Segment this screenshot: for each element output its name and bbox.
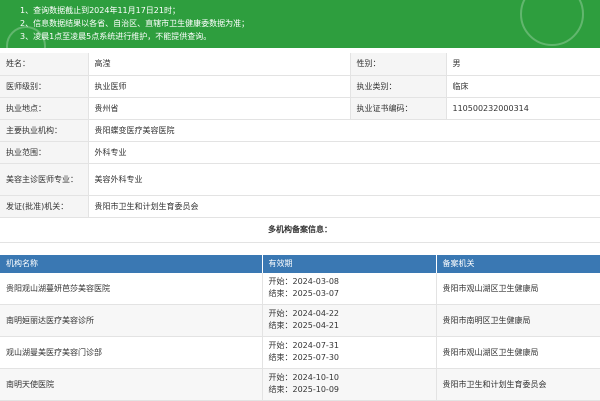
name-value: 高滢 <box>88 53 351 76</box>
validity-cell: 开始：2024-04-22 结束：2025-04-21 <box>262 304 437 337</box>
end-prefix: 结束： <box>268 385 293 394</box>
validity-cell: 开始：2024-03-08 结束：2025-03-07 <box>262 272 437 305</box>
table-row: 贵阳观山湖蔓妍芭莎美容医院 开始：2024-03-08 结束：2025-03-0… <box>0 272 600 305</box>
issuer-label: 发证(批准)机关： <box>0 195 89 218</box>
end-prefix: 结束： <box>268 289 293 298</box>
table-row: 观山湖曼美医疗美容门诊部 开始：2024-07-31 结束：2025-07-30… <box>0 336 600 369</box>
authority: 贵阳市卫生和计划生育委员会 <box>436 368 600 401</box>
start-date: 2024-04-22 <box>292 309 340 318</box>
end-prefix: 结束： <box>268 353 293 362</box>
category-label: 执业类别： <box>350 75 447 98</box>
end-date: 2025-10-09 <box>292 385 340 394</box>
start-date: 2024-07-31 <box>292 341 340 350</box>
scope-label: 执业范围： <box>0 141 89 164</box>
start-prefix: 开始： <box>268 309 293 318</box>
org-name: 贵阳观山湖蔓妍芭莎美容医院 <box>0 272 263 305</box>
org-name: 南明天使医院 <box>0 368 263 401</box>
validity-cell: 开始：2024-10-10 结束：2025-10-09 <box>262 368 437 401</box>
start-date: 2024-03-08 <box>292 277 340 286</box>
location-value: 贵州省 <box>88 97 351 120</box>
start-prefix: 开始： <box>268 277 293 286</box>
table-row: 南明姮丽达医疗美容诊所 开始：2024-04-22 结束：2025-04-21 … <box>0 304 600 337</box>
end-date: 2025-04-21 <box>292 321 340 330</box>
name-label: 姓名： <box>0 53 89 76</box>
beauty-value: 美容外科专业 <box>88 163 600 196</box>
end-date: 2025-07-30 <box>292 353 340 362</box>
issuer-value: 贵阳市卫生和计划生育委员会 <box>88 195 600 218</box>
notice-line-1: 1、查询数据截止到2024年11月17日21时； <box>20 6 180 15</box>
filing-section-title: 多机构备案信息： <box>0 218 600 243</box>
start-prefix: 开始： <box>268 373 293 382</box>
col-header-authority: 备案机关 <box>436 254 600 273</box>
notice-banner: 1、查询数据截止到2024年11月17日21时； 2、信息数据结果以各省、自治区… <box>0 0 600 48</box>
institution-value: 贵阳蝶变医疗美容医院 <box>88 119 600 142</box>
end-date: 2025-03-07 <box>292 289 340 298</box>
authority: 贵阳市观山湖区卫生健康局 <box>436 336 600 369</box>
start-date: 2024-10-10 <box>292 373 340 382</box>
doctor-info-table: 姓名： 高滢 性别： 男 医师级别： 执业医师 执业类别： 临床 执业地点： 贵… <box>0 53 600 218</box>
beauty-label: 美容主诊医师专业： <box>0 163 89 196</box>
authority: 贵阳市南明区卫生健康局 <box>436 304 600 337</box>
gender-value: 男 <box>446 53 600 76</box>
notice-line-2: 2、信息数据结果以各省、自治区、直辖市卫生健康委数据为准； <box>20 19 250 28</box>
location-label: 执业地点： <box>0 97 89 120</box>
cert-value: 110500232000314 <box>446 97 600 120</box>
authority: 贵阳市观山湖区卫生健康局 <box>436 272 600 305</box>
end-prefix: 结束： <box>268 321 293 330</box>
validity-cell: 开始：2024-07-31 结束：2025-07-30 <box>262 336 437 369</box>
institution-label: 主要执业机构： <box>0 119 89 142</box>
scope-value: 外科专业 <box>88 141 600 164</box>
table-row: 南明天使医院 开始：2024-10-10 结束：2025-10-09 贵阳市卫生… <box>0 368 600 401</box>
level-label: 医师级别： <box>0 75 89 98</box>
filing-table: 机构名称 有效期 备案机关 贵阳观山湖蔓妍芭莎美容医院 开始：2024-03-0… <box>0 254 600 401</box>
col-header-name: 机构名称 <box>0 254 263 273</box>
level-value: 执业医师 <box>88 75 351 98</box>
gender-label: 性别： <box>350 53 447 76</box>
category-value: 临床 <box>446 75 600 98</box>
notice-line-3: 3、凌晨1点至凌晨5点系统进行维护，不能提供查询。 <box>20 32 212 41</box>
cert-label: 执业证书编码： <box>350 97 447 120</box>
start-prefix: 开始： <box>268 341 293 350</box>
col-header-validity: 有效期 <box>262 254 437 273</box>
org-name: 南明姮丽达医疗美容诊所 <box>0 304 263 337</box>
org-name: 观山湖曼美医疗美容门诊部 <box>0 336 263 369</box>
